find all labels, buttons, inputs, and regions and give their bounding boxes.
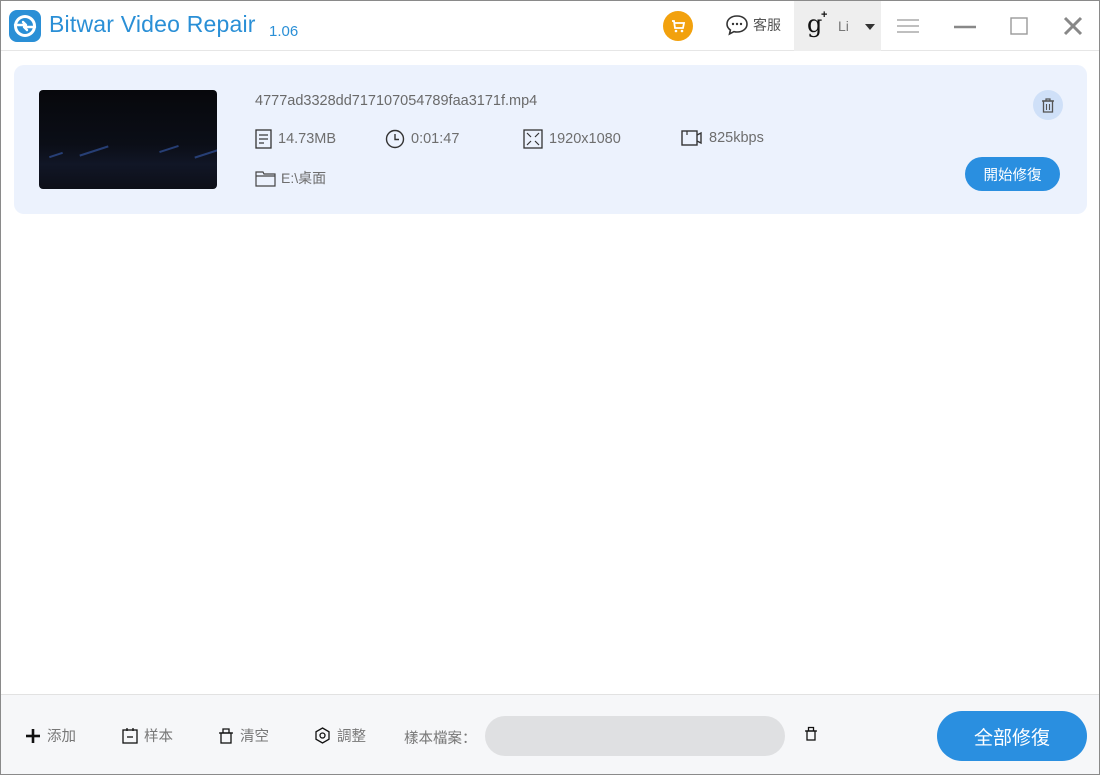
resolution-icon <box>523 129 543 149</box>
account-dropdown[interactable]: g + Li <box>794 1 881 51</box>
app-version: 1.06 <box>269 23 298 40</box>
add-button[interactable]: 添加 <box>25 725 76 746</box>
file-bitrate: 825kbps <box>681 129 764 147</box>
app-title: Bitwar Video Repair <box>49 11 256 38</box>
file-path-value: E:\桌面 <box>281 168 326 188</box>
adjust-button[interactable]: 調整 <box>314 725 366 746</box>
support-label: 客服 <box>753 15 781 35</box>
add-label: 添加 <box>47 725 76 746</box>
video-thumbnail <box>39 90 217 189</box>
account-username: Li <box>838 18 849 34</box>
chat-bubble-icon <box>725 14 749 36</box>
document-icon <box>255 129 272 149</box>
clear-button[interactable]: 清空 <box>218 725 269 746</box>
file-name: 4777ad3328dd717107054789faa3171f.mp4 <box>255 93 537 109</box>
bottom-toolbar: 添加 样本 清空 調整 樣本檔案 <box>1 694 1099 774</box>
maximize-icon[interactable] <box>1006 13 1032 39</box>
clear-label: 清空 <box>240 725 269 746</box>
plus-icon <box>25 728 41 744</box>
minimize-icon[interactable] <box>952 13 978 39</box>
file-card[interactable]: 4777ad3328dd717107054789faa3171f.mp4 14.… <box>14 65 1087 214</box>
sample-file-input[interactable] <box>485 716 785 756</box>
close-icon[interactable] <box>1060 13 1086 39</box>
title-bar: Bitwar Video Repair 1.06 客服 g + Li <box>1 1 1099 51</box>
sample-button[interactable]: 样本 <box>122 725 173 746</box>
file-duration: 0:01:47 <box>385 129 459 149</box>
file-path: E:\桌面 <box>255 168 326 188</box>
hamburger-menu-icon[interactable] <box>895 13 921 39</box>
settings-nut-icon <box>314 727 331 744</box>
sample-file-label: 樣本檔案： <box>404 727 477 748</box>
support-button[interactable]: 客服 <box>725 14 781 36</box>
file-bitrate-value: 825kbps <box>709 130 764 146</box>
start-repair-button[interactable]: 開始修復 <box>965 157 1060 191</box>
file-size: 14.73MB <box>255 129 336 149</box>
file-size-value: 14.73MB <box>278 131 336 147</box>
clear-sample-trash-icon[interactable] <box>803 726 819 742</box>
video-camera-icon <box>681 129 703 147</box>
adjust-label: 調整 <box>337 725 366 746</box>
sample-icon <box>122 728 138 744</box>
app-logo-icon <box>9 10 41 42</box>
repair-all-button[interactable]: 全部修復 <box>937 711 1087 761</box>
google-plus-plus-glyph: + <box>821 9 827 21</box>
app-window: Bitwar Video Repair 1.06 客服 g + Li <box>0 0 1100 775</box>
clock-icon <box>385 129 405 149</box>
shopping-cart-icon <box>670 18 686 34</box>
cart-button[interactable] <box>663 11 693 41</box>
file-duration-value: 0:01:47 <box>411 131 459 147</box>
delete-file-button[interactable] <box>1033 90 1063 120</box>
file-resolution-value: 1920x1080 <box>549 131 621 147</box>
folder-icon <box>255 169 276 187</box>
trash-icon <box>218 728 234 744</box>
file-resolution: 1920x1080 <box>523 129 621 149</box>
caret-down-icon <box>865 24 875 30</box>
sample-label: 样本 <box>144 725 173 746</box>
trash-icon <box>1041 98 1055 113</box>
